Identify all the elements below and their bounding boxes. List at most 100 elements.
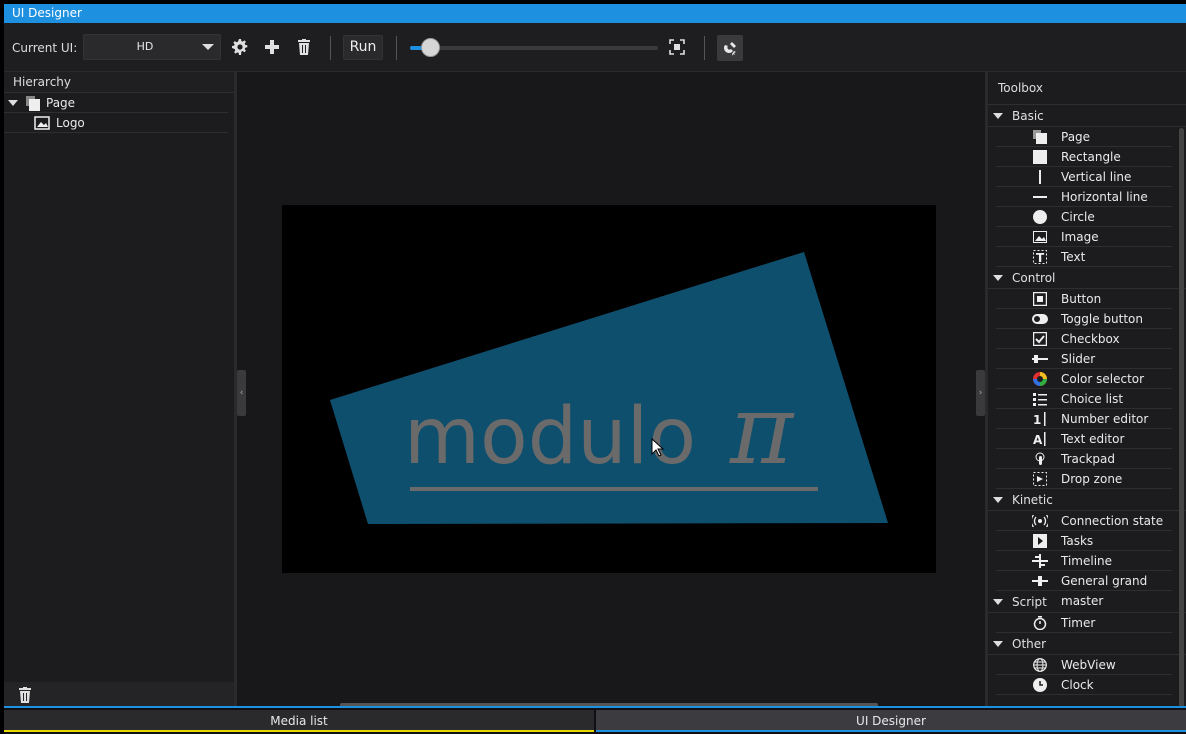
toolbox-item-page[interactable]: Page <box>996 127 1172 147</box>
toolbox-item-toggle-button[interactable]: Toggle button <box>996 309 1172 329</box>
image-icon <box>34 115 50 137</box>
current-ui-select[interactable]: HD <box>83 34 221 60</box>
toolbox-title: Toolbox <box>988 72 1186 105</box>
toolbox-item-horizontal-line[interactable]: Horizontal line <box>996 187 1172 207</box>
hierarchy-item-label: Page <box>46 96 76 110</box>
toolbox-item-button[interactable]: Button <box>996 289 1172 309</box>
toolbox-item-drop-zone[interactable]: Drop zone <box>996 469 1172 489</box>
zoom-slider-handle[interactable] <box>420 38 440 57</box>
trash-icon[interactable] <box>18 687 32 707</box>
general-grand-master-icon <box>1032 573 1048 589</box>
timeline-icon <box>1032 553 1048 569</box>
toggle-button-icon <box>1032 311 1048 327</box>
svg-text:T: T <box>1036 251 1045 264</box>
color-selector-icon <box>1032 371 1048 387</box>
toolbox-item-label: Timeline <box>1061 554 1113 568</box>
toolbox-item-label: Choice list <box>1061 392 1124 406</box>
toolbox-item-choice-list[interactable]: Choice list <box>996 389 1172 409</box>
category-label: Script <box>1012 595 1047 609</box>
toolbox-item-trackpad[interactable]: Trackpad <box>996 449 1172 469</box>
text-icon: T <box>1032 249 1048 265</box>
toolbox-item-general-grand-master[interactable]: General grand master <box>996 571 1172 608</box>
magnet-icon[interactable] <box>717 35 743 61</box>
toolbar: Current UI: HD Run <box>4 23 1186 72</box>
toolbox-item-circle[interactable]: Circle <box>996 207 1172 227</box>
slider-icon <box>1032 351 1048 367</box>
image-icon <box>1032 229 1048 245</box>
toolbox-item-tasks[interactable]: Tasks <box>996 531 1172 551</box>
toolbox-item-clock[interactable]: Clock <box>996 675 1172 695</box>
collapse-triangle-icon[interactable] <box>993 641 1003 647</box>
trackpad-icon <box>1032 451 1048 467</box>
collapse-triangle-icon[interactable] <box>993 275 1003 281</box>
chevron-down-icon <box>202 44 214 50</box>
toolbox-category-script[interactable]: Script <box>988 591 1186 613</box>
toolbox-item-label: Text <box>1061 250 1086 264</box>
hierarchy-item-page[interactable]: Page <box>4 93 228 113</box>
expand-triangle-icon[interactable] <box>8 100 18 106</box>
toolbox-item-webview[interactable]: WebView <box>996 655 1172 675</box>
toolbox-item-label: Text editor <box>1061 432 1125 446</box>
current-ui-label: Current UI: <box>12 41 78 55</box>
toolbox-item-number-editor[interactable]: 1 Number editor <box>996 409 1172 429</box>
toolbox-item-label: Trackpad <box>1061 452 1115 466</box>
toolbox-item-rectangle[interactable]: Rectangle <box>996 147 1172 167</box>
toolbar-separator <box>330 36 331 60</box>
rectangle-icon <box>1032 149 1048 165</box>
tab-ui-designer[interactable]: UI Designer <box>596 710 1186 732</box>
toolbox-item-vertical-line[interactable]: Vertical line <box>996 167 1172 187</box>
logo-element[interactable]: modulo π <box>282 205 936 573</box>
hierarchy-item-logo[interactable]: Logo <box>4 113 228 133</box>
ui-designer-window: UI Designer Current UI: HD Run Hierarchy… <box>4 4 1186 734</box>
collapse-triangle-icon[interactable] <box>993 599 1003 605</box>
circle-icon <box>1032 209 1048 225</box>
toolbox-item-timer[interactable]: Timer <box>996 613 1172 633</box>
current-ui-value: HD <box>136 40 154 53</box>
toolbox-item-label: Page <box>1061 130 1091 144</box>
collapse-triangle-icon[interactable] <box>993 497 1003 503</box>
collapse-triangle-icon[interactable] <box>993 113 1003 119</box>
hierarchy-title: Hierarchy <box>4 72 234 93</box>
design-canvas[interactable]: modulo π ‹ › <box>237 72 985 708</box>
zoom-slider[interactable] <box>410 38 658 57</box>
toolbox-category-control[interactable]: Control <box>988 267 1186 289</box>
toolbox-category-kinetic[interactable]: Kinetic <box>988 489 1186 511</box>
horizontal-line-icon <box>1032 189 1048 205</box>
category-label: Kinetic <box>1012 493 1053 507</box>
logo-underline <box>410 487 818 491</box>
toolbox-item-label: Horizontal line <box>1061 190 1148 204</box>
page-stage[interactable]: modulo π <box>282 205 936 573</box>
gear-icon[interactable] <box>231 38 249 56</box>
add-icon[interactable] <box>263 38 281 56</box>
tasks-icon <box>1032 533 1048 549</box>
toolbox-item-text-editor[interactable]: A Text editor <box>996 429 1172 449</box>
toolbox-category-other[interactable]: Other <box>988 633 1186 655</box>
toolbox-scrollbar[interactable] <box>1179 128 1184 708</box>
toolbox-list: Basic Page Rectangle Vertical line Horizonta… <box>988 105 1186 695</box>
hierarchy-panel: Hierarchy Page Logo <box>4 72 234 708</box>
toolbox-item-slider[interactable]: Slider <box>996 349 1172 369</box>
toolbox-item-color-selector[interactable]: Color selector <box>996 369 1172 389</box>
toolbox-item-image[interactable]: Image <box>996 227 1172 247</box>
fit-screen-icon[interactable] <box>668 38 686 56</box>
window-title: UI Designer <box>4 4 1186 23</box>
category-label: Control <box>1012 271 1056 285</box>
trash-icon[interactable] <box>295 38 313 56</box>
collapse-left-icon[interactable]: ‹ <box>237 370 246 416</box>
toolbox-item-label: Tasks <box>1061 534 1094 548</box>
toolbox-item-label: Vertical line <box>1061 170 1132 184</box>
run-button[interactable]: Run <box>343 35 383 60</box>
tab-media-list[interactable]: Media list <box>4 710 594 732</box>
checkbox-icon <box>1032 331 1048 347</box>
toolbox-category-basic[interactable]: Basic <box>988 105 1186 127</box>
toolbox-item-label: Timer <box>1061 616 1096 630</box>
timer-icon <box>1032 615 1048 631</box>
toolbox-item-label: Drop zone <box>1061 472 1123 486</box>
toolbox-item-connection-state[interactable]: Connection state <box>996 511 1172 531</box>
collapse-right-icon[interactable]: › <box>976 370 985 416</box>
toolbox-item-checkbox[interactable]: Checkbox <box>996 329 1172 349</box>
toolbox-item-text[interactable]: T Text <box>996 247 1172 267</box>
toolbox-item-timeline[interactable]: Timeline <box>996 551 1172 571</box>
toolbar-separator <box>396 36 397 60</box>
logo-pi-symbol: π <box>729 374 795 486</box>
